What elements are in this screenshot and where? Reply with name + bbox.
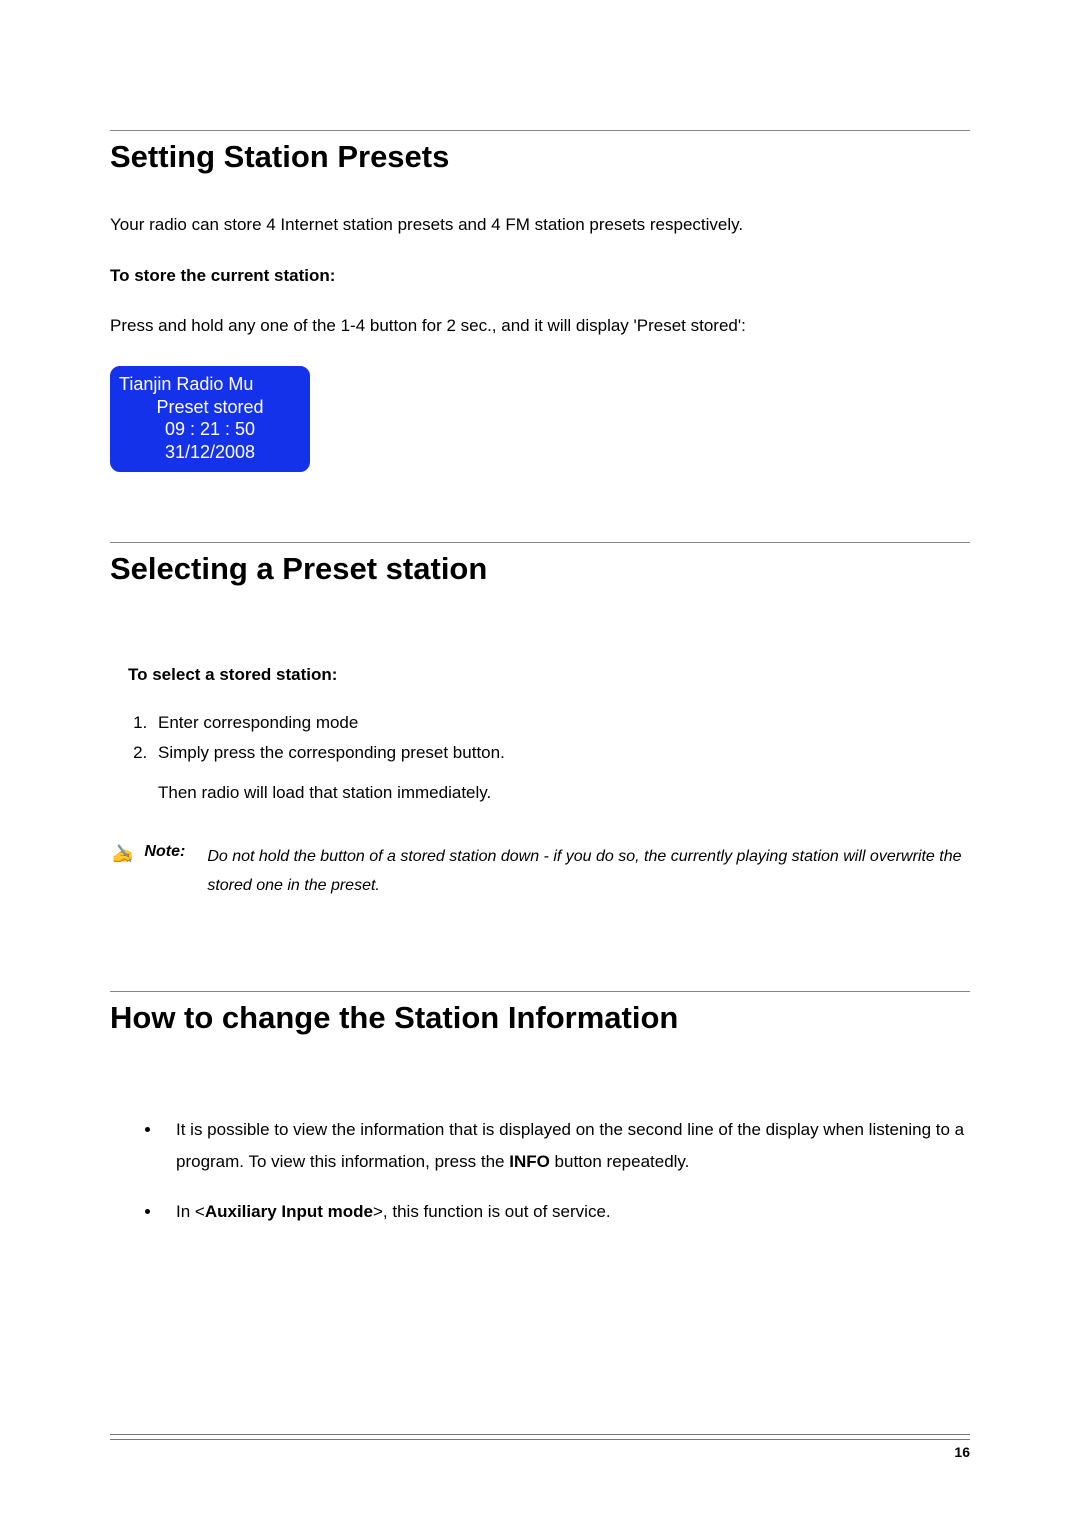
heading-setting-presets: Setting Station Presets [110,139,970,175]
steps-list: Enter corresponding mode Simply press th… [110,713,970,763]
note-block: ✍ Note: Do not hold the button of a stor… [110,843,970,901]
lcd-line-4: 31/12/2008 [111,441,309,464]
lcd-line-3: 09 : 21 : 50 [111,418,309,441]
footer-rule [110,1439,970,1440]
lcd-line-2: Preset stored [111,396,309,419]
hand-write-icon: ✍ [112,843,134,863]
store-instruction: Press and hold any one of the 1-4 button… [110,314,970,339]
radio-lcd-display: Tianjin Radio Mu Preset stored 09 : 21 :… [110,366,310,472]
heading-selecting-preset: Selecting a Preset station [110,551,970,587]
note-text: Do not hold the button of a stored stati… [207,843,970,901]
bullet-list: It is possible to view the information t… [110,1114,970,1229]
page-number: 16 [110,1444,970,1460]
select-subheading: To select a stored station: [128,665,970,685]
document-page: Setting Station Presets Your radio can s… [0,0,1080,1307]
store-subheading: To store the current station: [110,266,970,286]
bullet-item: It is possible to view the information t… [162,1114,970,1179]
section-rule [110,542,970,543]
section-rule [110,991,970,992]
step-item: Simply press the corresponding preset bu… [152,743,970,763]
page-footer: 16 [110,1434,970,1460]
step-item: Enter corresponding mode [152,713,970,733]
footer-rule [110,1434,970,1435]
step-followup-text: Then radio will load that station immedi… [110,783,970,803]
bullet-item: In <Auxiliary Input mode>, this function… [162,1196,970,1228]
note-label: Note: [144,843,197,861]
section-rule [110,130,970,131]
lcd-line-1: Tianjin Radio Mu [111,373,309,396]
intro-text: Your radio can store 4 Internet station … [110,213,970,238]
heading-change-station-info: How to change the Station Information [110,1000,970,1036]
